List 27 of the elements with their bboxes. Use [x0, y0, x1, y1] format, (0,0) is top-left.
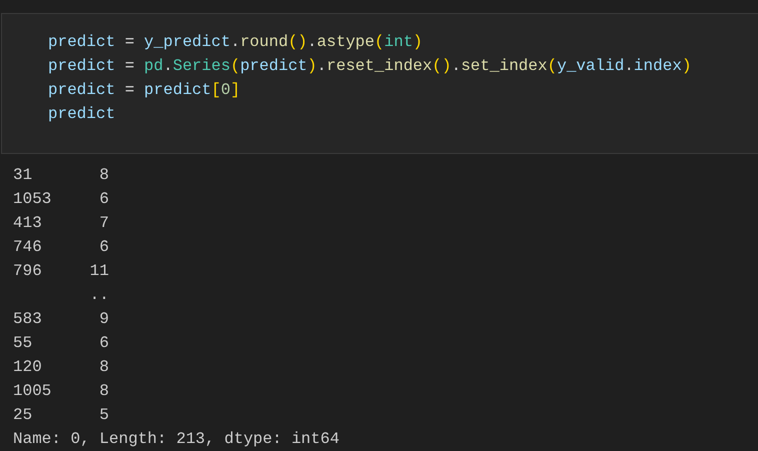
index-label: 31: [13, 166, 32, 184]
value-label: 6: [99, 190, 109, 208]
code-line: predict = predict[0]: [48, 80, 242, 101]
series-summary: Name: 0, Length: 213, dtype: int64: [13, 429, 340, 450]
value-label: ..: [90, 286, 109, 304]
value-label: 8: [99, 166, 109, 184]
value-label: 6: [99, 238, 109, 256]
code-line: predict: [48, 104, 116, 125]
value-label: 9: [99, 310, 109, 328]
value-label: 5: [99, 406, 109, 424]
index-label: 1005: [13, 382, 52, 400]
index-label: 25: [13, 406, 32, 424]
index-label: 413: [13, 214, 42, 232]
index-label: 1053: [13, 190, 52, 208]
code-line: predict = y_predict.round().astype(int): [48, 32, 424, 53]
index-label: 796: [13, 262, 42, 280]
index-label: 746: [13, 238, 42, 256]
value-label: 8: [99, 382, 109, 400]
value-label: 6: [99, 334, 109, 352]
index-label: 583: [13, 310, 42, 328]
value-label: 8: [99, 358, 109, 376]
code-line: predict = pd.Series(predict).reset_index().set_index(y_valid.index): [48, 56, 692, 77]
value-label: 7: [99, 214, 109, 232]
code-cell[interactable]: predict = y_predict.round().astype(int) predict = pd.Series(predict).reset_index().set_index(y_valid.index) predict = predict[0] predict: [1, 13, 758, 154]
value-label: 11: [90, 262, 109, 280]
index-label: 120: [13, 358, 42, 376]
index-label: 55: [13, 334, 32, 352]
